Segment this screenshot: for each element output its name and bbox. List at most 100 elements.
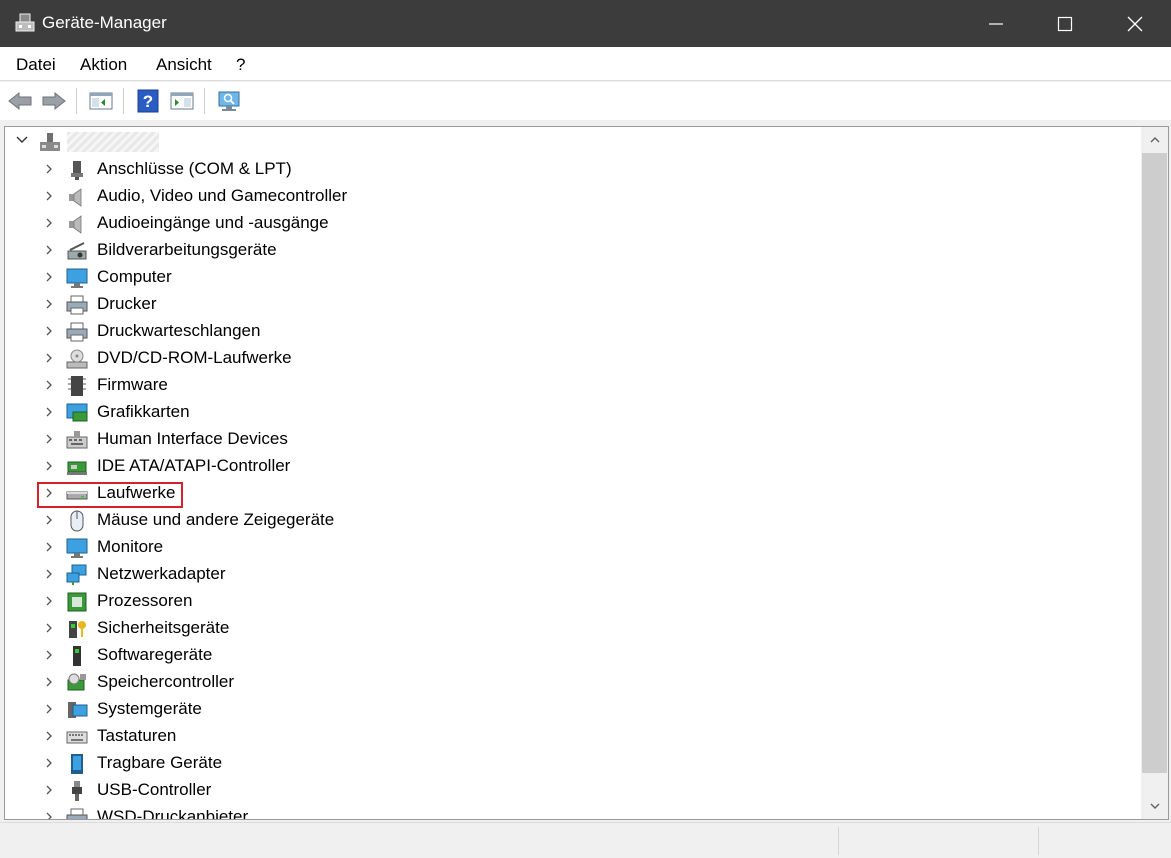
tree-item-label: Computer [97,267,172,286]
window-title: Geräte-Manager [42,13,167,32]
chevron-down-icon[interactable] [15,133,29,147]
tree-item[interactable]: WSD-Druckanbieter [5,804,1105,819]
disk-drive-icon [66,491,88,500]
back-button[interactable] [6,87,34,115]
tree-item[interactable]: Druckwarteschlangen [5,318,1105,345]
computer-tower-icon [40,133,60,151]
tree-item[interactable]: Tastaturen [5,723,1105,750]
chevron-right-icon[interactable] [43,244,55,256]
chevron-right-icon[interactable] [43,298,55,310]
network-adapter-icon [66,564,87,585]
chevron-right-icon[interactable] [43,676,55,688]
forward-button[interactable] [40,87,68,115]
chevron-right-icon[interactable] [43,190,55,202]
system-devices-icon [68,702,88,718]
toolbar-separator [76,88,77,114]
chevron-right-icon[interactable] [43,811,55,819]
chevron-right-icon[interactable] [43,325,55,337]
maximize-icon [1057,16,1073,31]
mouse-icon [70,510,84,532]
chevron-right-icon[interactable] [43,568,55,580]
chevron-right-icon[interactable] [43,487,55,499]
chevron-right-icon[interactable] [43,217,55,229]
tree-item-label: Speichercontroller [97,672,235,691]
tree-item[interactable]: Drucker [5,291,1105,318]
tree-item[interactable]: Sicherheitsgeräte [5,615,1105,642]
tree-item[interactable]: Bildverarbeitungsgeräte [5,237,1105,264]
close-button[interactable] [1100,0,1170,47]
tree-item[interactable]: Laufwerke [5,480,1105,507]
tree-root[interactable] [5,129,305,155]
tree-item[interactable]: Speichercontroller [5,669,1105,696]
help-button[interactable]: ? [134,87,162,115]
chevron-right-icon[interactable] [43,541,55,553]
tree-item[interactable]: Audioeingänge und -ausgänge [5,210,1105,237]
tree-item[interactable]: Prozessoren [5,588,1105,615]
status-separator [1038,827,1039,855]
tree-item[interactable]: Computer [5,264,1105,291]
chevron-right-icon[interactable] [43,406,55,418]
tree-item[interactable]: Anschlüsse (COM & LPT) [5,156,1105,183]
tree-item[interactable]: Softwaregeräte [5,642,1105,669]
chevron-right-icon[interactable] [43,730,55,742]
maximize-button[interactable] [1030,0,1100,47]
scroll-down-button[interactable] [1141,793,1168,819]
chevron-right-icon[interactable] [43,514,55,526]
vertical-scrollbar[interactable] [1141,127,1168,819]
chevron-right-icon[interactable] [43,379,55,391]
chevron-right-icon[interactable] [43,352,55,364]
chevron-right-icon[interactable] [43,433,55,445]
tree-item-label: Prozessoren [97,591,193,610]
usb-icon [72,781,82,801]
minimize-button[interactable] [961,0,1031,47]
chevron-right-icon[interactable] [43,271,55,283]
tree-item[interactable]: Audio, Video und Gamecontroller [5,183,1105,210]
chevron-right-icon[interactable] [43,595,55,607]
chevron-right-icon[interactable] [43,622,55,634]
scan-hardware-button[interactable] [215,87,243,115]
tree-item-label: Softwaregeräte [97,645,213,664]
chevron-right-icon[interactable] [43,649,55,661]
chevron-right-icon[interactable] [43,163,55,175]
tree-item-label: Audioeingänge und -ausgänge [97,213,329,232]
chevron-right-icon[interactable] [43,757,55,769]
tree-item[interactable]: Systemgeräte [5,696,1105,723]
scroll-up-button[interactable] [1141,127,1168,153]
tree-item[interactable]: USB-Controller [5,777,1105,804]
console-tree-button[interactable] [87,87,115,115]
device-tree-panel: Anschlüsse (COM & LPT) Audio, Video und G… [4,126,1169,820]
scroll-thumb[interactable] [1142,153,1167,773]
tree-item-label: Systemgeräte [97,699,202,718]
menu-datei[interactable]: Datei [16,55,56,75]
scan-hardware-icon [218,91,240,111]
menu-aktion[interactable]: Aktion [80,55,127,75]
tree-item-label: WSD-Druckanbieter [97,807,249,819]
chevron-right-icon[interactable] [43,784,55,796]
tree-item[interactable]: Mäuse und andere Zeigegeräte [5,507,1105,534]
tree-item[interactable]: Firmware [5,372,1105,399]
keyboard-icon [66,731,88,744]
tree-item-label: Anschlüsse (COM & LPT) [97,159,292,178]
chevron-down-icon [1150,803,1159,809]
tree-item[interactable]: Monitore [5,534,1105,561]
tree-item[interactable]: Grafikkarten [5,399,1105,426]
menu-help[interactable]: ? [236,55,245,75]
tree-item[interactable]: Netzwerkadapter [5,561,1105,588]
tree-item[interactable]: Human Interface Devices [5,426,1105,453]
tree-item-label: Netzwerkadapter [97,564,226,583]
status-bar [0,822,1171,858]
back-arrow-icon [8,91,32,111]
properties-button[interactable] [168,87,196,115]
menu-ansicht[interactable]: Ansicht [156,55,212,75]
tree-item-label: Tastaturen [97,726,177,745]
chevron-right-icon[interactable] [43,703,55,715]
tree-item[interactable]: Tragbare Geräte [5,750,1105,777]
tree-item[interactable]: IDE ATA/ATAPI-Controller [5,453,1105,480]
chevron-right-icon[interactable] [43,460,55,472]
processor-icon [67,592,87,612]
tree-item[interactable]: DVD/CD-ROM-Laufwerke [5,345,1105,372]
status-separator [838,827,839,855]
computer-name-redacted [67,132,159,152]
toolbar: ? [0,82,1171,120]
tree-item-label: DVD/CD-ROM-Laufwerke [97,348,292,367]
